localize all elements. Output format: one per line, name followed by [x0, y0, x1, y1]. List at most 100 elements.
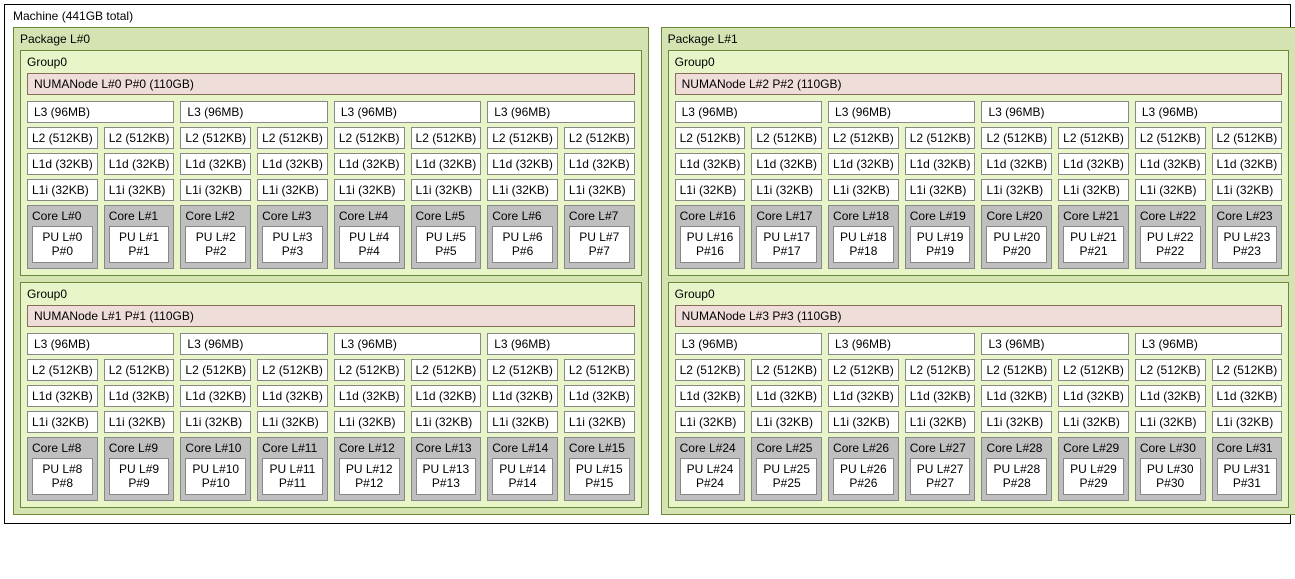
- core-label: Core L#30: [1140, 441, 1201, 455]
- pu: PU L#9P#9: [109, 458, 170, 495]
- core: Core L#18PU L#18P#18: [828, 205, 899, 269]
- pu: PU L#3P#3: [262, 226, 323, 263]
- l3-cache: L3 (96MB): [981, 101, 1128, 123]
- l2-cache: L2 (512KB): [487, 127, 558, 149]
- l1d-cache: L1d (32KB): [180, 153, 251, 175]
- core-label: Core L#28: [986, 441, 1047, 455]
- core: Core L#22PU L#22P#22: [1135, 205, 1206, 269]
- pu: PU L#17P#17: [756, 226, 817, 263]
- l2-cache: L2 (512KB): [564, 359, 635, 381]
- core-label: Core L#16: [680, 209, 741, 223]
- l1i-row: L1i (32KB)L1i (32KB)L1i (32KB)L1i (32KB)…: [675, 411, 1283, 433]
- pu: PU L#19P#19: [910, 226, 971, 263]
- core-label: Core L#0: [32, 209, 93, 223]
- l3-cache: L3 (96MB): [828, 333, 975, 355]
- l2-cache: L2 (512KB): [257, 127, 328, 149]
- l1i-cache: L1i (32KB): [675, 179, 746, 201]
- l1i-cache: L1i (32KB): [905, 179, 976, 201]
- pu: PU L#24P#24: [680, 458, 741, 495]
- pu: PU L#16P#16: [680, 226, 741, 263]
- group-label: Group0: [675, 287, 1283, 301]
- core: Core L#16 PU L#16P#16: [675, 205, 746, 269]
- l2-row: L2 (512KB) L2 (512KB) L2 (512KB) L2 (512KB)…: [675, 359, 1283, 381]
- package: Package L#0Group0NUMANode L#0 P#0 (110GB…: [13, 27, 649, 515]
- l1d-cache: L1d (32KB): [411, 153, 482, 175]
- l1i-cache: L1i (32KB): [564, 179, 635, 201]
- l1i-cache: L1i (32KB): [1135, 411, 1206, 433]
- core-label: Core L#18: [833, 209, 894, 223]
- pu: PU L#14P#14: [492, 458, 553, 495]
- l1d-cache: L1d (32KB): [981, 153, 1052, 175]
- core-label: Core L#4: [339, 209, 400, 223]
- core-label: Core L#9: [109, 441, 170, 455]
- l1d-cache: L1d (32KB): [257, 153, 328, 175]
- group: Group0NUMANode L#1 P#1 (110GB)L3 (96MB)L…: [20, 282, 642, 508]
- pu: PU L#25P#25: [756, 458, 817, 495]
- group: Group0NUMANode L#3 P#3 (110GB)L3 (96MB)L…: [668, 282, 1290, 508]
- core-label: Core L#22: [1140, 209, 1201, 223]
- l2-cache: L2 (512KB): [1212, 127, 1283, 149]
- core-label: Core L#11: [262, 441, 323, 455]
- l1d-row: L1d (32KB)L1d (32KB)L1d (32KB)L1d (32KB)…: [27, 385, 635, 407]
- core: Core L#1PU L#1P#1: [104, 205, 175, 269]
- l2-cache: L2 (512KB): [751, 127, 822, 149]
- l2-cache: L2 (512KB): [1135, 127, 1206, 149]
- l1i-cache: L1i (32KB): [675, 411, 746, 433]
- l1d-cache: L1d (32KB): [828, 153, 899, 175]
- core-label: Core L#29: [1063, 441, 1124, 455]
- core-label: Core L#10: [185, 441, 246, 455]
- l1d-cache: L1d (32KB): [981, 385, 1052, 407]
- l1i-cache: L1i (32KB): [751, 411, 822, 433]
- l1d-cache: L1d (32KB): [1135, 385, 1206, 407]
- l2-row: L2 (512KB)L2 (512KB)L2 (512KB)L2 (512KB)…: [27, 359, 635, 381]
- l2-cache: L2 (512KB): [1135, 359, 1206, 381]
- l1d-cache: L1d (32KB): [411, 385, 482, 407]
- l3-row: L3 (96MB)L3 (96MB)L3 (96MB)L3 (96MB): [27, 101, 635, 123]
- core: Core L#26PU L#26P#26: [828, 437, 899, 501]
- core: Core L#3PU L#3P#3: [257, 205, 328, 269]
- pu: PU L#11P#11: [262, 458, 323, 495]
- core: Core L#0 PU L#0P#0: [27, 205, 98, 269]
- core-label: Core L#17: [756, 209, 817, 223]
- l1d-cache: L1d (32KB): [1212, 153, 1283, 175]
- core-label: Core L#6: [492, 209, 553, 223]
- core-label: Core L#26: [833, 441, 894, 455]
- l2-cache: L2 (512KB): [27, 359, 98, 381]
- l2-cache: L2 (512KB): [1058, 359, 1129, 381]
- core-label: Core L#14: [492, 441, 553, 455]
- l2-cache: L2 (512KB): [675, 359, 746, 381]
- l1i-cache: L1i (32KB): [828, 411, 899, 433]
- core: Core L#12PU L#12P#12: [334, 437, 405, 501]
- core: Core L#2PU L#2P#2: [180, 205, 251, 269]
- l1d-cache: L1d (32KB): [905, 153, 976, 175]
- core: Core L#9 PU L#9P#9: [104, 437, 175, 501]
- l3-cache: L3 (96MB): [27, 333, 174, 355]
- l2-cache: L2 (512KB): [180, 127, 251, 149]
- l1d-cache: L1d (32KB): [751, 385, 822, 407]
- core-label: Core L#20: [986, 209, 1047, 223]
- l2-cache: L2 (512KB): [828, 359, 899, 381]
- l1d-cache: L1d (32KB): [257, 385, 328, 407]
- pu: PU L#20P#20: [986, 226, 1047, 263]
- cores-row: Core L#8PU L#8P#8Core L#9PU L#9P#9Core L…: [27, 437, 635, 501]
- l1d-cache: L1d (32KB): [487, 153, 558, 175]
- pu: PU L#23P#23: [1217, 226, 1278, 263]
- l1i-cache: L1i (32KB): [981, 411, 1052, 433]
- l3-cache: L3 (96MB): [334, 333, 481, 355]
- l2-cache: L2 (512KB): [27, 127, 98, 149]
- l1i-cache: L1i (32KB): [1135, 179, 1206, 201]
- l1d-cache: L1d (32KB): [27, 385, 98, 407]
- l1d-cache: L1d (32KB): [905, 385, 976, 407]
- l2-cache: L2 (512KB): [1058, 127, 1129, 149]
- l1i-cache: L1i (32KB): [905, 411, 976, 433]
- l2-cache: L2 (512KB): [981, 127, 1052, 149]
- l1d-cache: L1d (32KB): [675, 153, 746, 175]
- core: Core L#17 PU L#17P#17: [751, 205, 822, 269]
- l1d-cache: L1d (32KB): [1058, 153, 1129, 175]
- l1i-cache: L1i (32KB): [411, 179, 482, 201]
- pu: PU L#0P#0: [32, 226, 93, 263]
- l3-cache: L3 (96MB): [27, 101, 174, 123]
- l1d-cache: L1d (32KB): [27, 153, 98, 175]
- l1d-cache: L1d (32KB): [828, 385, 899, 407]
- core: Core L#14 PU L#14P#14: [487, 437, 558, 501]
